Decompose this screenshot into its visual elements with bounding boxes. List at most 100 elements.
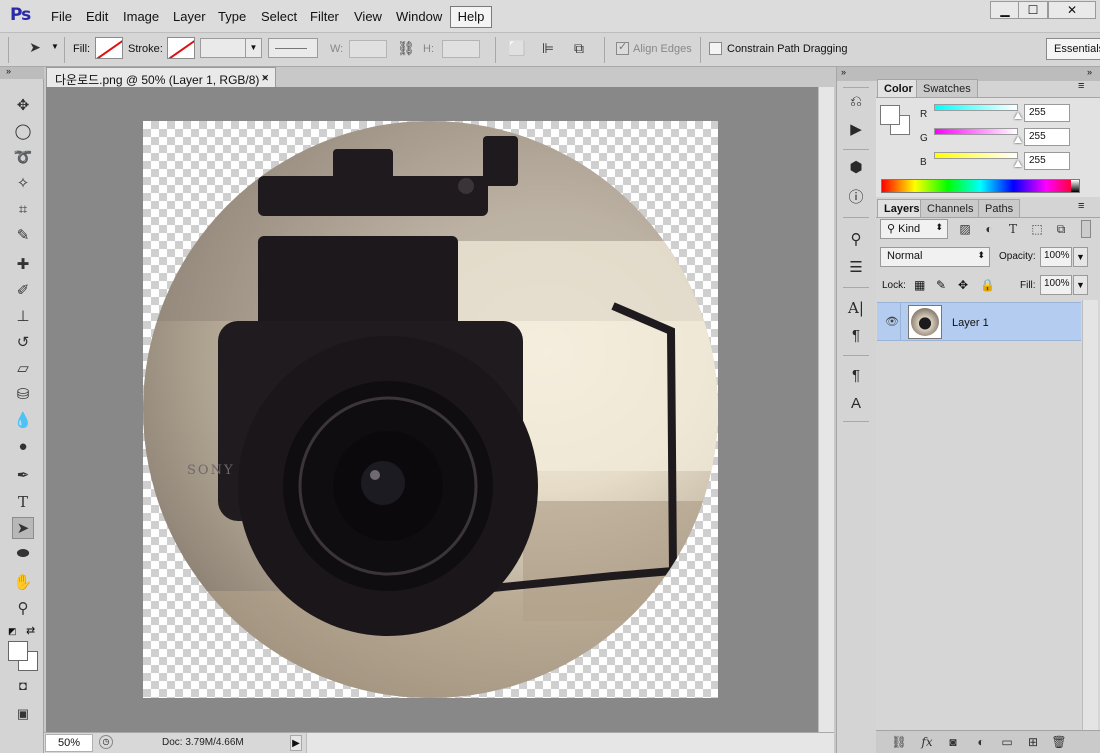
info-icon[interactable]: ⓘ xyxy=(845,187,867,209)
chevron-down-icon[interactable]: ▼ xyxy=(245,39,261,57)
menu-image[interactable]: Image xyxy=(123,9,159,24)
status-menu-arrow[interactable]: ▶ xyxy=(290,735,302,751)
close-window-button[interactable]: ✕ xyxy=(1048,1,1096,19)
brush-icon[interactable]: ✐ xyxy=(12,280,34,302)
minimize-button[interactable]: ▁ xyxy=(990,1,1020,19)
foreground-color-chip[interactable] xyxy=(880,105,900,125)
paragraph-icon[interactable]: ¶ xyxy=(845,325,867,347)
menu-select[interactable]: Select xyxy=(261,9,297,24)
collapse-icon[interactable]: » xyxy=(6,66,11,76)
document-tab[interactable]: 다운로드.png @ 50% (Layer 1, RGB/8) * × xyxy=(46,67,276,87)
close-icon[interactable]: × xyxy=(261,70,269,85)
fx-icon[interactable]: fx xyxy=(918,734,936,750)
character-styles-icon[interactable]: A xyxy=(845,393,867,415)
adjustment-layer-icon[interactable]: ◐ xyxy=(972,734,990,750)
fill-field[interactable]: 100% xyxy=(1040,275,1072,295)
panel-menu-icon[interactable]: ≡ xyxy=(1078,200,1084,212)
paragraph-styles-icon[interactable]: ¶ xyxy=(845,365,867,387)
delete-layer-icon[interactable]: 🗑 xyxy=(1050,734,1068,750)
menu-help[interactable]: Help xyxy=(450,6,492,28)
path-arrangement-icon[interactable]: ⧉ xyxy=(570,40,588,57)
direct-selection-icon[interactable]: ➤ xyxy=(12,517,34,539)
smart-object-filter-icon[interactable]: ⧉ xyxy=(1054,222,1068,236)
pixel-layer-filter-icon[interactable]: ▨ xyxy=(958,222,972,236)
panel-menu-icon[interactable]: ≡ xyxy=(1078,80,1084,92)
menu-edit[interactable]: Edit xyxy=(86,9,108,24)
blend-mode-dropdown[interactable]: Normal ⬍ xyxy=(880,247,990,267)
lock-image-pixels-icon[interactable]: ✎ xyxy=(936,278,946,292)
path-operations-icon[interactable]: ⬜ xyxy=(508,40,526,57)
layers-scrollbar[interactable] xyxy=(1082,300,1098,730)
quick-mask-icon[interactable]: ◘ xyxy=(12,675,34,697)
align-edges-checkbox[interactable]: ✓ xyxy=(616,41,629,55)
height-field[interactable] xyxy=(442,40,480,58)
eraser-icon[interactable]: ▱ xyxy=(12,358,34,380)
healing-brush-icon[interactable]: ✚ xyxy=(12,254,34,276)
chevron-down-icon[interactable]: ▼ xyxy=(51,42,59,51)
layer-thumbnail[interactable] xyxy=(908,305,942,339)
clone-stamp-icon[interactable]: ⊥ xyxy=(12,306,34,328)
vertical-scrollbar[interactable] xyxy=(818,87,834,732)
collapse-icon[interactable]: » xyxy=(1087,67,1092,77)
channel-r-thumb[interactable] xyxy=(1014,112,1022,119)
link-layers-icon[interactable]: ⛓ xyxy=(890,734,908,750)
swap-colors-icon[interactable]: ⇄ xyxy=(26,624,35,637)
fill-dropdown-arrow[interactable]: ▼ xyxy=(1073,275,1088,295)
share-icon[interactable]: ◷ xyxy=(99,735,113,749)
stroke-width-dropdown[interactable]: ▼ xyxy=(200,38,262,58)
move-icon[interactable]: ✥ xyxy=(12,95,34,117)
stroke-type-dropdown[interactable] xyxy=(268,38,318,58)
horizontal-scrollbar[interactable] xyxy=(306,733,834,753)
menu-file[interactable]: File xyxy=(51,9,72,24)
channel-r-value[interactable]: 255 xyxy=(1024,104,1070,122)
path-alignment-icon[interactable]: ⊫ xyxy=(539,40,557,57)
hand-icon[interactable]: ✋ xyxy=(12,572,34,594)
default-colors-icon[interactable]: ◩ xyxy=(8,626,17,637)
3d-icon[interactable]: ⬢ xyxy=(845,157,867,179)
tab-paths[interactable]: Paths xyxy=(978,199,1021,217)
brush-presets-icon[interactable]: ⚲ xyxy=(845,229,867,251)
eye-icon[interactable]: 👁 xyxy=(885,315,899,328)
lasso-icon[interactable]: ➰ xyxy=(12,147,34,169)
lock-transparent-pixels-icon[interactable]: ▦ xyxy=(914,278,925,292)
paint-bucket-icon[interactable]: ⛁ xyxy=(12,384,34,406)
adjustments-icon[interactable]: ☰ xyxy=(845,257,867,279)
type-icon[interactable]: T xyxy=(12,491,34,513)
collapse-icon[interactable]: » xyxy=(841,67,846,77)
add-mask-icon[interactable]: ◙ xyxy=(944,734,962,750)
channel-g-value[interactable]: 255 xyxy=(1024,128,1070,146)
menu-type[interactable]: Type xyxy=(218,9,246,24)
maximize-button[interactable]: ☐ xyxy=(1018,1,1048,19)
pen-icon[interactable]: ✒ xyxy=(12,465,34,487)
tab-channels[interactable]: Channels xyxy=(920,199,981,217)
new-group-icon[interactable]: ▭ xyxy=(998,734,1016,750)
tab-color[interactable]: Color xyxy=(877,79,920,97)
ellipse-shape-icon[interactable]: ⬬ xyxy=(12,543,34,565)
channel-g-slider[interactable] xyxy=(934,128,1018,135)
width-field[interactable] xyxy=(349,40,387,58)
channel-g-thumb[interactable] xyxy=(1014,136,1022,143)
channel-r-slider[interactable] xyxy=(934,104,1018,111)
lock-position-icon[interactable]: ✥ xyxy=(958,278,968,292)
type-layer-filter-icon[interactable]: T xyxy=(1006,222,1020,236)
layer-name[interactable]: Layer 1 xyxy=(952,317,989,329)
history-brush-icon[interactable]: ↺ xyxy=(12,332,34,354)
menu-view[interactable]: View xyxy=(354,9,382,24)
filter-kind-dropdown[interactable]: ⚲ Kind ⬍ xyxy=(880,219,948,239)
menu-filter[interactable]: Filter xyxy=(310,9,339,24)
canvas-area[interactable]: SONY xyxy=(46,87,834,732)
character-icon[interactable]: A| xyxy=(845,297,867,319)
shape-layer-filter-icon[interactable]: ⬚ xyxy=(1030,222,1044,236)
dodge-icon[interactable]: ● xyxy=(12,436,34,458)
channel-b-thumb[interactable] xyxy=(1014,160,1022,167)
history-icon[interactable]: ⎌ xyxy=(845,91,867,113)
direct-selection-tool-preset-icon[interactable]: ➤ xyxy=(26,39,44,56)
opacity-dropdown-arrow[interactable]: ▼ xyxy=(1073,247,1088,267)
filter-toggle[interactable] xyxy=(1081,220,1091,238)
elliptical-marquee-icon[interactable]: ◯ xyxy=(12,121,34,143)
link-icon[interactable]: ⛓ xyxy=(397,40,415,57)
fill-swatch[interactable] xyxy=(95,37,123,59)
adjustment-layer-filter-icon[interactable]: ◐ xyxy=(982,222,996,236)
blur-icon[interactable]: 💧 xyxy=(12,410,34,432)
zoom-icon[interactable]: ⚲ xyxy=(12,598,34,620)
